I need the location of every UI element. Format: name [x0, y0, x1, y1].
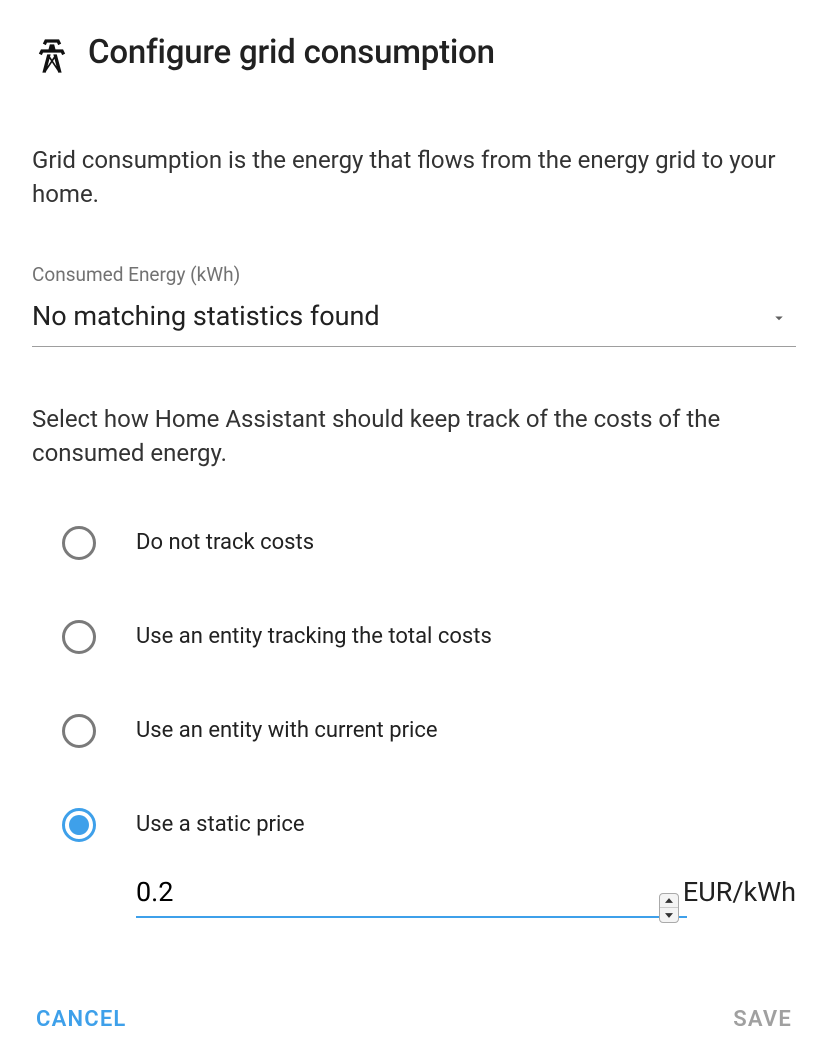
option-static-price: Use a static price EUR/kWh — [62, 808, 796, 921]
static-price-input[interactable] — [136, 870, 687, 918]
costs-tracking-label: Select how Home Assistant should keep tr… — [32, 403, 796, 470]
intro-text: Grid consumption is the energy that flow… — [32, 144, 796, 211]
radio-entity-total[interactable] — [62, 620, 96, 654]
radio-entity-current[interactable] — [62, 714, 96, 748]
consumed-energy-select[interactable]: No matching statistics found — [32, 300, 796, 347]
option-entity-total-label[interactable]: Use an entity tracking the total costs — [136, 620, 796, 654]
option-entity-current: Use an entity with current price — [62, 714, 796, 748]
cost-options: Do not track costs Use an entity trackin… — [32, 526, 796, 921]
static-price-stepper — [659, 893, 679, 923]
consumed-energy-value: No matching statistics found — [32, 300, 380, 332]
radio-no-track[interactable] — [62, 526, 96, 560]
cancel-button[interactable]: CANCEL — [32, 999, 131, 1040]
option-no-track-label[interactable]: Do not track costs — [136, 526, 796, 560]
chevron-down-icon — [770, 309, 784, 323]
stepper-up-button[interactable] — [660, 894, 678, 908]
option-no-track: Do not track costs — [62, 526, 796, 560]
static-price-row: EUR/kWh — [136, 870, 796, 921]
consumed-energy-field: Consumed Energy (kWh) No matching statis… — [32, 263, 796, 347]
transmission-tower-icon — [32, 36, 72, 76]
radio-static-price[interactable] — [62, 808, 96, 842]
consumed-energy-label: Consumed Energy (kWh) — [32, 263, 796, 286]
save-button[interactable]: SAVE — [729, 999, 796, 1040]
option-static-price-label[interactable]: Use a static price — [136, 808, 796, 842]
dialog-header: Configure grid consumption — [32, 32, 796, 72]
option-entity-total: Use an entity tracking the total costs — [62, 620, 796, 654]
dialog-title: Configure grid consumption — [88, 33, 495, 72]
dialog-actions: CANCEL SAVE — [32, 967, 796, 1040]
configure-grid-dialog: Configure grid consumption Grid consumpt… — [0, 0, 828, 1064]
static-price-unit: EUR/kWh — [683, 876, 796, 908]
option-entity-current-label[interactable]: Use an entity with current price — [136, 714, 796, 748]
stepper-down-button[interactable] — [660, 908, 678, 922]
